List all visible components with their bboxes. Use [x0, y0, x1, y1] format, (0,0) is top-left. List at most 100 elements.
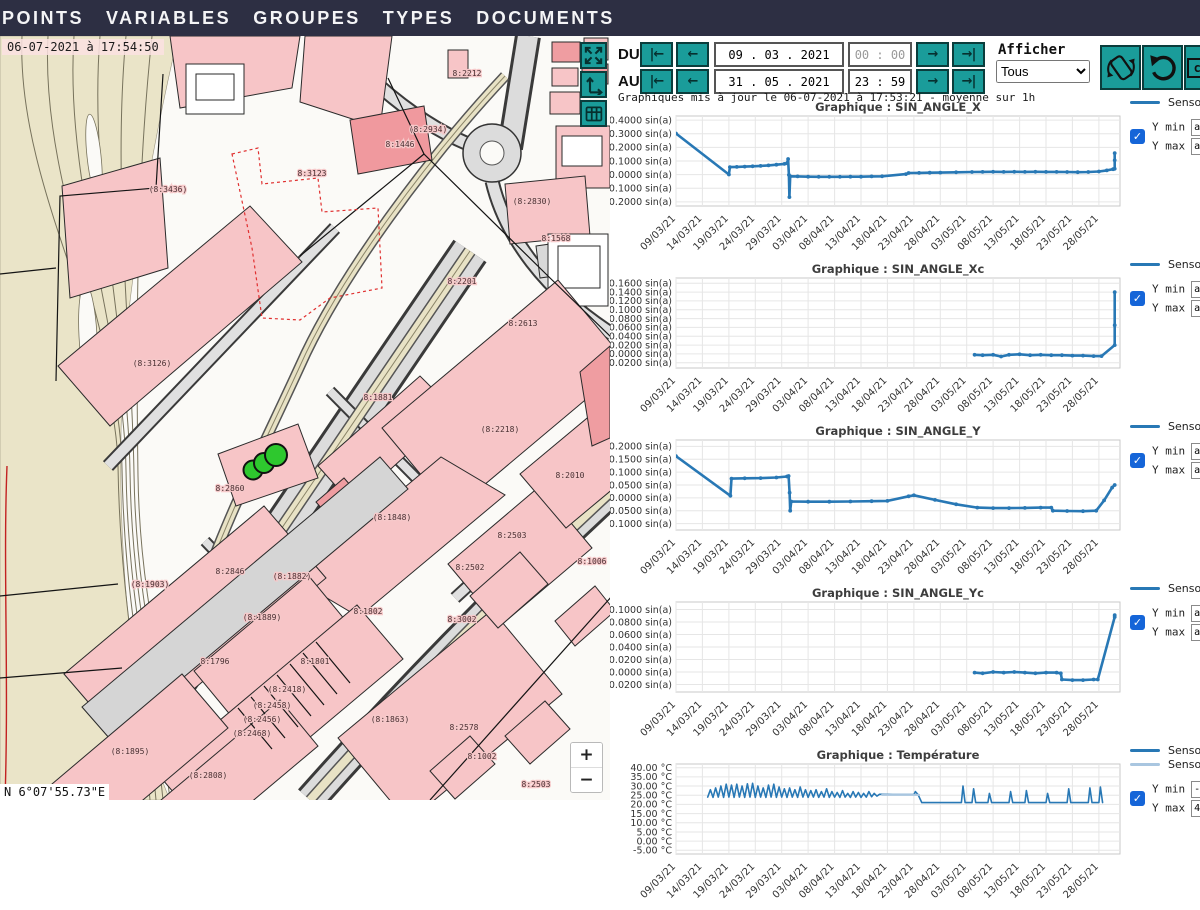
legend-swatch	[1130, 587, 1160, 590]
svg-text:0.0500 sin(a): 0.0500 sin(a)	[610, 480, 672, 491]
svg-text:0.0800 sin(a): 0.0800 sin(a)	[610, 617, 672, 628]
legend-swatch	[1130, 763, 1160, 766]
undo-icon	[1146, 49, 1180, 87]
svg-text:-0.1000 sin(a): -0.1000 sin(a)	[610, 519, 672, 530]
du-date-input[interactable]	[714, 42, 844, 67]
svg-text:8:2846: 8:2846	[216, 567, 245, 576]
map-axis-button[interactable]	[580, 71, 607, 98]
y-max-input[interactable]	[1191, 462, 1200, 479]
svg-text:(8:2458): (8:2458)	[253, 701, 292, 710]
svg-text:0.1000 sin(a): 0.1000 sin(a)	[610, 156, 672, 167]
y-autoscale-checkbox[interactable]	[1130, 453, 1145, 468]
chart-side-controls: Sensor Y min Y max	[1130, 582, 1200, 643]
svg-text:8:2212: 8:2212	[453, 69, 482, 78]
zoom-in-button[interactable]: +	[571, 743, 602, 767]
y-min-input[interactable]	[1191, 119, 1200, 136]
y-min-input[interactable]	[1191, 605, 1200, 622]
y-max-input[interactable]	[1191, 138, 1200, 155]
y-max-label: Y max	[1152, 140, 1185, 153]
legend-sensor-label: Sensor	[1168, 582, 1200, 595]
map-table-button[interactable]	[580, 100, 607, 127]
y-min-label: Y min	[1152, 121, 1185, 134]
svg-text:8:3002: 8:3002	[448, 615, 477, 624]
du-step-first-button[interactable]: |←	[640, 42, 673, 67]
svg-text:0.4000 sin(a): 0.4000 sin(a)	[610, 115, 672, 126]
y-autoscale-checkbox[interactable]	[1130, 129, 1145, 144]
map-view[interactable]: 8:2212(8:2934)8:14468:3123(8:2830)8:1568…	[0, 36, 610, 800]
y-max-label: Y max	[1152, 626, 1185, 639]
legend-sensor-label: Sensor	[1168, 758, 1200, 771]
nav-item-types[interactable]: TYPES	[383, 8, 455, 29]
y-autoscale-checkbox[interactable]	[1130, 615, 1145, 630]
afficher-select[interactable]: Tous	[996, 60, 1090, 83]
nav-item-variables[interactable]: VARIABLES	[106, 8, 231, 29]
svg-text:0.0000 sin(a): 0.0000 sin(a)	[610, 170, 672, 181]
svg-text:(8:1882): (8:1882)	[273, 572, 312, 581]
zoom-out-button[interactable]: −	[571, 767, 602, 792]
map-zoom-control: + −	[570, 742, 603, 793]
svg-text:8:1802: 8:1802	[354, 607, 383, 616]
chart-side-controls: Sensor Y min Y max	[1130, 420, 1200, 481]
undo-refresh-button[interactable]	[1142, 45, 1183, 90]
svg-text:8:1006: 8:1006	[578, 557, 607, 566]
chart-legend: Sensor	[1130, 96, 1200, 109]
y-max-input[interactable]	[1191, 624, 1200, 641]
y-min-input[interactable]	[1191, 281, 1200, 298]
y-min-input[interactable]	[1191, 443, 1200, 460]
svg-text:-0.0200 sin(a): -0.0200 sin(a)	[610, 680, 672, 691]
svg-text:(8:2456): (8:2456)	[243, 715, 282, 724]
svg-text:0.0400 sin(a): 0.0400 sin(a)	[610, 642, 672, 653]
chart-title: Graphique : Température	[676, 748, 1120, 762]
legend-swatch	[1130, 263, 1160, 266]
map-fullscreen-button[interactable]	[580, 42, 607, 69]
axis-arrows-icon	[583, 74, 604, 95]
svg-text:8:1002: 8:1002	[468, 752, 497, 761]
y-min-label: Y min	[1152, 783, 1185, 796]
map-canvas[interactable]: 8:2212(8:2934)8:14468:3123(8:2830)8:1568…	[0, 36, 610, 800]
nav-item-points[interactable]: POINTS	[2, 8, 84, 29]
svg-text:(8:3436): (8:3436)	[149, 185, 188, 194]
y-autoscale-checkbox[interactable]	[1130, 291, 1145, 306]
charts-list: Graphique : SIN_ANGLE_X 0.4000 sin(a) 0.3…	[610, 100, 1200, 910]
svg-text:0.0000 sin(a): 0.0000 sin(a)	[610, 493, 672, 504]
chart-sin-angle-x: Graphique : SIN_ANGLE_X 0.4000 sin(a) 0.3…	[610, 100, 1200, 262]
chart-title: Graphique : SIN_ANGLE_Y	[676, 424, 1120, 438]
svg-text:0.2000 sin(a): 0.2000 sin(a)	[610, 442, 672, 453]
expand-icon	[583, 45, 604, 66]
y-max-label: Y max	[1152, 464, 1185, 477]
y-min-input[interactable]	[1191, 781, 1200, 798]
y-min-label: Y min	[1152, 283, 1185, 296]
chart-side-controls: Sensor Y min Y max	[1130, 96, 1200, 157]
nav-item-groupes[interactable]: GROUPES	[253, 8, 361, 29]
legend-sensor-label: Sensor	[1168, 96, 1200, 109]
svg-text:-5.00 °C: -5.00 °C	[633, 846, 672, 857]
chart-sin-angle-y: Graphique : SIN_ANGLE_Y 0.2000 sin(a)0.1…	[610, 424, 1200, 586]
du-step-last-button[interactable]: →|	[952, 42, 985, 67]
du-step-fwd-button[interactable]: →	[916, 42, 949, 67]
chart-side-controls: SensorSensor Y min Y max	[1130, 744, 1200, 819]
chart-plot: 0.4000 sin(a)0.3000 sin(a)0.2000 sin(a)0…	[610, 114, 1126, 262]
svg-text:(8:3126): (8:3126)	[133, 359, 172, 368]
charts-panel: DU AU |← ← → →| |← ← → →| Afficher Tous …	[610, 36, 1200, 800]
du-time-input[interactable]	[848, 42, 912, 67]
chart-plot: 0.2000 sin(a)0.1500 sin(a)0.1000 sin(a)0…	[610, 438, 1126, 586]
svg-text:(8:1895): (8:1895)	[111, 747, 150, 756]
svg-text:(8:2468): (8:2468)	[233, 729, 272, 738]
y-min-label: Y min	[1152, 607, 1185, 620]
csv-export-button[interactable]: csv	[1184, 45, 1200, 90]
y-max-input[interactable]	[1191, 300, 1200, 317]
y-autoscale-checkbox[interactable]	[1130, 791, 1145, 806]
svg-text:(8:2218): (8:2218)	[481, 425, 520, 434]
csv-label: csv	[1187, 58, 1200, 78]
svg-text:0.3000 sin(a): 0.3000 sin(a)	[610, 129, 672, 140]
roundabout	[463, 124, 521, 182]
rotate-view-button[interactable]	[1100, 45, 1141, 90]
table-icon	[583, 103, 604, 124]
svg-text:(8:1863): (8:1863)	[371, 715, 410, 724]
nav-item-documents[interactable]: DOCUMENTS	[476, 8, 615, 29]
map-coordinates: N 6°07'55.73"E	[0, 784, 109, 800]
chart-title: Graphique : SIN_ANGLE_X	[676, 100, 1120, 114]
y-max-input[interactable]	[1191, 800, 1200, 817]
svg-text:(8:2830): (8:2830)	[513, 197, 552, 206]
du-step-back-button[interactable]: ←	[676, 42, 709, 67]
